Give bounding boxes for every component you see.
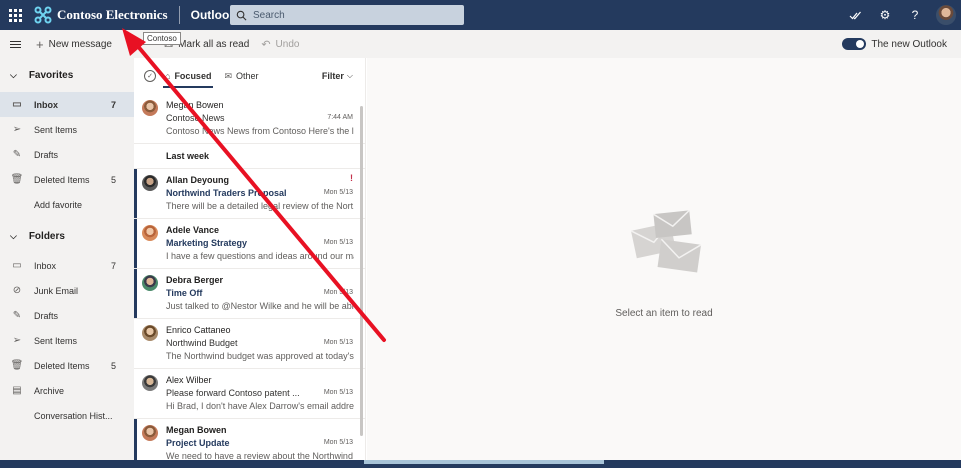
focused-icon: ⌂ xyxy=(165,71,171,81)
inbox-icon: ▭ xyxy=(12,99,22,110)
message-time: Mon 5/13 xyxy=(323,339,353,346)
folder-archive[interactable]: ▤ Archive xyxy=(0,378,134,403)
favorites-header[interactable]: ⌵ Favorites xyxy=(0,58,134,92)
unread-count: 5 xyxy=(110,360,116,371)
list-item[interactable]: Enrico Cattaneo Northwind Budget The Nor… xyxy=(134,319,365,369)
new-message-button[interactable]: + New message xyxy=(30,30,118,58)
list-item[interactable]: Allan Deyoung Northwind Traders Proposal… xyxy=(134,169,365,219)
undo-label: Undo xyxy=(275,38,300,50)
message-time: Mon 5/13 xyxy=(323,239,353,246)
avatar xyxy=(142,175,158,191)
new-outlook-label: The new Outlook xyxy=(871,38,947,50)
avatar[interactable] xyxy=(936,5,956,25)
folders-header[interactable]: ⌵ Folders xyxy=(0,219,134,253)
help-button[interactable]: ? xyxy=(900,0,930,30)
header-actions: ⚙ ? xyxy=(840,0,961,30)
gear-icon: ⚙ xyxy=(879,8,891,22)
tab-other[interactable]: ✉ Other xyxy=(224,58,258,94)
unread-count: 7 xyxy=(110,260,116,271)
add-favorite-link[interactable]: Add favorite xyxy=(0,192,134,217)
waffle-icon xyxy=(8,8,22,22)
nav-item-drafts[interactable]: ✎ Drafts xyxy=(0,142,134,167)
folder-sent[interactable]: ➢ Sent Items xyxy=(0,328,134,353)
list-item[interactable]: Alex Wilber Please forward Contoso paten… xyxy=(134,369,365,419)
help-icon: ? xyxy=(911,8,919,22)
header-divider xyxy=(178,6,180,24)
folder-inbox[interactable]: ▭ Inbox 7 xyxy=(0,253,134,278)
message-list: ✓ ⌂ Focused ✉ Other Filter ⌵ Megan Bowen… xyxy=(134,58,366,460)
envelopes-illustration-icon xyxy=(630,209,702,273)
pencil-icon: ✎ xyxy=(12,149,22,160)
list-item[interactable]: Megan Bowen Contoso News Contoso News Ne… xyxy=(134,94,365,144)
scroll-indicator xyxy=(364,460,604,464)
folder-pane: ⌵ Favorites ▭ Inbox 7 ➢ Sent Items ✎ Dra… xyxy=(0,58,134,460)
avatar xyxy=(142,425,158,441)
todo-button[interactable] xyxy=(840,0,870,30)
chevron-down-icon: ⌵ xyxy=(346,71,353,80)
reading-pane: Select an item to read xyxy=(367,58,961,460)
avatar xyxy=(142,275,158,291)
undo-button[interactable]: ↶ Undo xyxy=(255,30,305,58)
tab-focused[interactable]: ⌂ Focused xyxy=(162,58,214,94)
nav-item-deleted[interactable]: 🗑 Deleted Items 5 xyxy=(0,167,134,192)
archive-icon: ▤ xyxy=(12,385,22,396)
brand-tooltip: Contoso xyxy=(143,32,181,45)
avatar xyxy=(142,225,158,241)
inbox-icon: ▭ xyxy=(12,260,22,271)
message-time: Mon 5/13 xyxy=(323,389,353,396)
search-input[interactable] xyxy=(253,9,453,21)
list-item[interactable]: Debra Berger Time Off Just talked to @Ne… xyxy=(134,269,365,319)
brand[interactable]: Contoso Electronics xyxy=(33,0,168,30)
new-outlook-toggle[interactable]: The new Outlook xyxy=(842,30,947,58)
toggle-switch[interactable] xyxy=(842,38,867,50)
new-message-label: New message xyxy=(48,38,112,50)
avatar xyxy=(142,325,158,341)
search-box[interactable] xyxy=(230,5,464,25)
search-icon xyxy=(236,10,247,20)
trash-icon: 🗑 xyxy=(10,360,24,371)
avatar xyxy=(142,375,158,391)
folder-deleted[interactable]: 🗑 Deleted Items 5 xyxy=(0,353,134,378)
block-icon: ⊘ xyxy=(12,285,22,296)
pencil-icon: ✎ xyxy=(12,310,22,321)
chevron-down-icon: ⌵ xyxy=(10,230,17,241)
group-header: Last week xyxy=(134,144,365,169)
unread-count: 7 xyxy=(110,99,116,110)
folder-junk[interactable]: ⊘ Junk Email xyxy=(0,278,134,303)
avatar xyxy=(142,100,158,116)
envelope-icon: ✉ xyxy=(224,70,232,81)
brand-name: Contoso Electronics xyxy=(57,7,168,22)
double-check-icon xyxy=(849,11,861,20)
mark-all-read-label: Mark all as read xyxy=(178,38,250,50)
list-item[interactable]: Megan Bowen Project Update We need to ha… xyxy=(134,419,365,460)
list-scrollbar[interactable] xyxy=(360,106,363,436)
app-header: Contoso Electronics Outlook ⚙ ? xyxy=(0,0,961,30)
inbox-pivot: ✓ ⌂ Focused ✉ Other Filter ⌵ xyxy=(134,58,365,94)
nav-toggle-button[interactable] xyxy=(0,30,30,58)
chevron-down-icon: ⌵ xyxy=(10,69,17,80)
settings-button[interactable]: ⚙ xyxy=(870,0,900,30)
message-time: Mon 5/13 xyxy=(323,439,353,446)
nav-item-sent[interactable]: ➢ Sent Items xyxy=(0,117,134,142)
folder-drafts[interactable]: ✎ Drafts xyxy=(0,303,134,328)
filter-button[interactable]: Filter ⌵ xyxy=(322,58,353,94)
send-icon: ➢ xyxy=(12,335,22,346)
message-time: 7:44 AM xyxy=(327,114,353,121)
plus-icon: + xyxy=(36,36,44,52)
select-all-checkbox[interactable]: ✓ xyxy=(144,70,156,82)
app-launcher-button[interactable] xyxy=(0,0,30,30)
folder-conversation-history[interactable]: Conversation Hist... xyxy=(0,403,134,428)
send-icon: ➢ xyxy=(12,124,22,135)
trash-icon: 🗑 xyxy=(10,174,24,185)
contoso-logo-icon xyxy=(34,6,52,24)
undo-icon: ↶ xyxy=(261,38,271,51)
list-item[interactable]: Adele Vance Marketing Strategy I have a … xyxy=(134,219,365,269)
message-time: Mon 5/13 xyxy=(323,189,353,196)
message-time: Mon 5/13 xyxy=(323,289,353,296)
bottom-bar xyxy=(0,460,961,468)
importance-flag-icon: ! xyxy=(350,173,353,183)
nav-item-inbox[interactable]: ▭ Inbox 7 xyxy=(0,92,134,117)
empty-reading-text: Select an item to read xyxy=(615,308,713,319)
unread-count: 5 xyxy=(110,174,116,185)
